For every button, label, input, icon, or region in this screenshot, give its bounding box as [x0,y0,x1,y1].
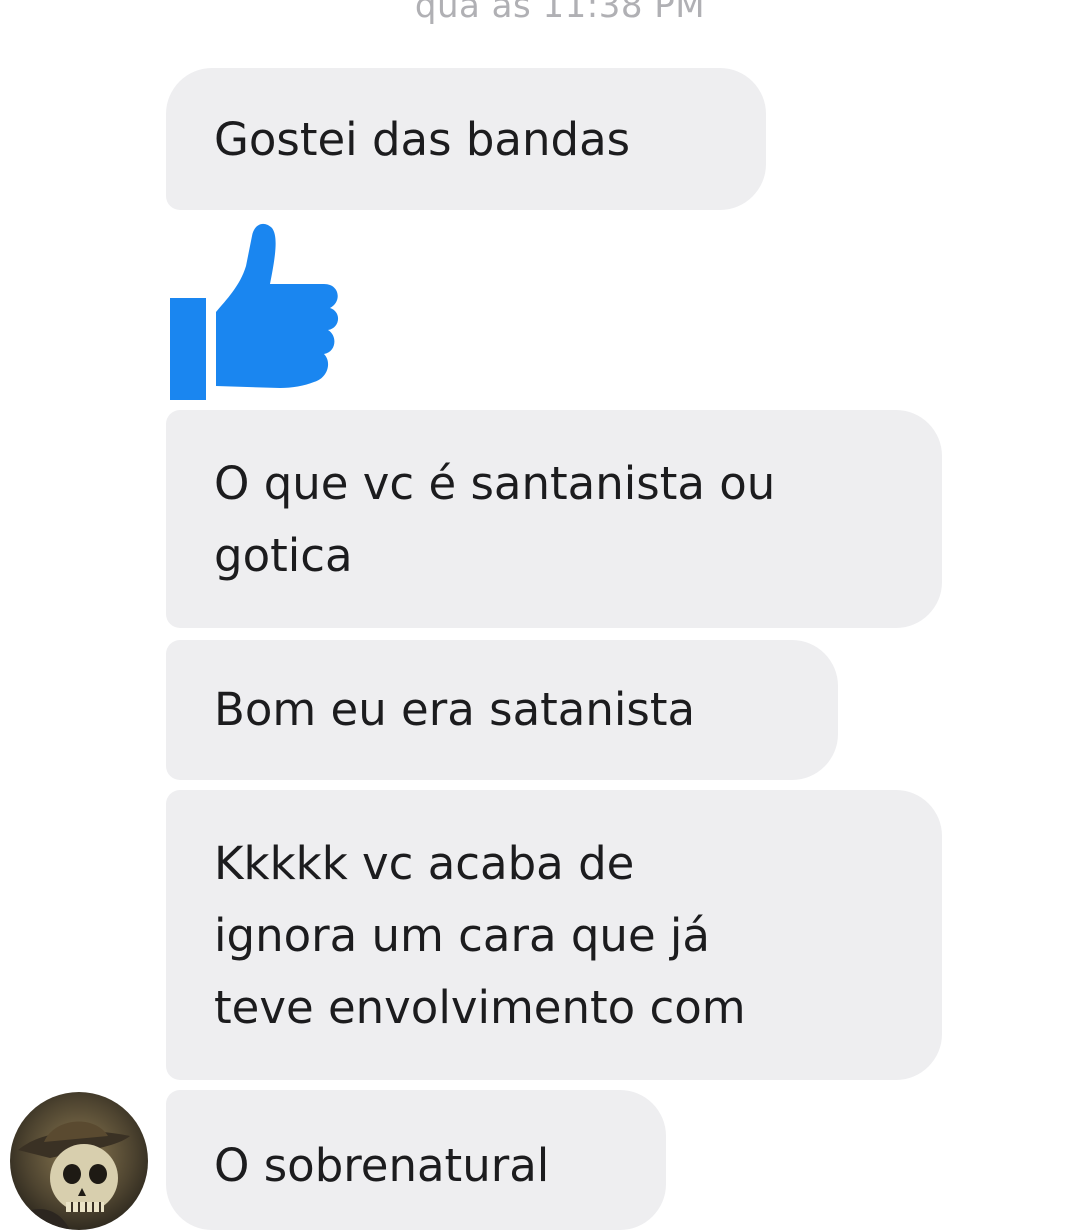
message-text: O sobrenatural [214,1139,550,1192]
message-text: Gostei das bandas [214,113,631,166]
message-text-line: O que vc é santanista ou [214,457,776,510]
message-bubble[interactable]: Kkkkk vc acaba de ignora um cara que já … [166,790,942,1080]
thumbs-up-icon[interactable] [160,214,350,410]
thumbs-up-hand [216,223,339,388]
thumbs-up-sleeve [170,298,206,400]
message-bubble[interactable]: O sobrenatural [166,1090,666,1230]
message-text-line: teve envolvimento com [214,981,746,1034]
skeleton-avatar-icon [10,1092,148,1230]
timestamp: qua às 11:38 PM [414,0,706,26]
message-bubble[interactable]: Bom eu era satanista [166,640,838,780]
message-text-line: Kkkkk vc acaba de [214,837,635,890]
message-bubble[interactable]: Gostei das bandas [166,68,766,210]
avatar[interactable] [10,1092,148,1230]
message-bubble[interactable]: O que vc é santanista ou gotica [166,410,942,628]
message-text: Bom eu era satanista [214,683,696,736]
message-text-line: ignora um cara que já [214,909,711,962]
message-text-line: gotica [214,529,353,582]
